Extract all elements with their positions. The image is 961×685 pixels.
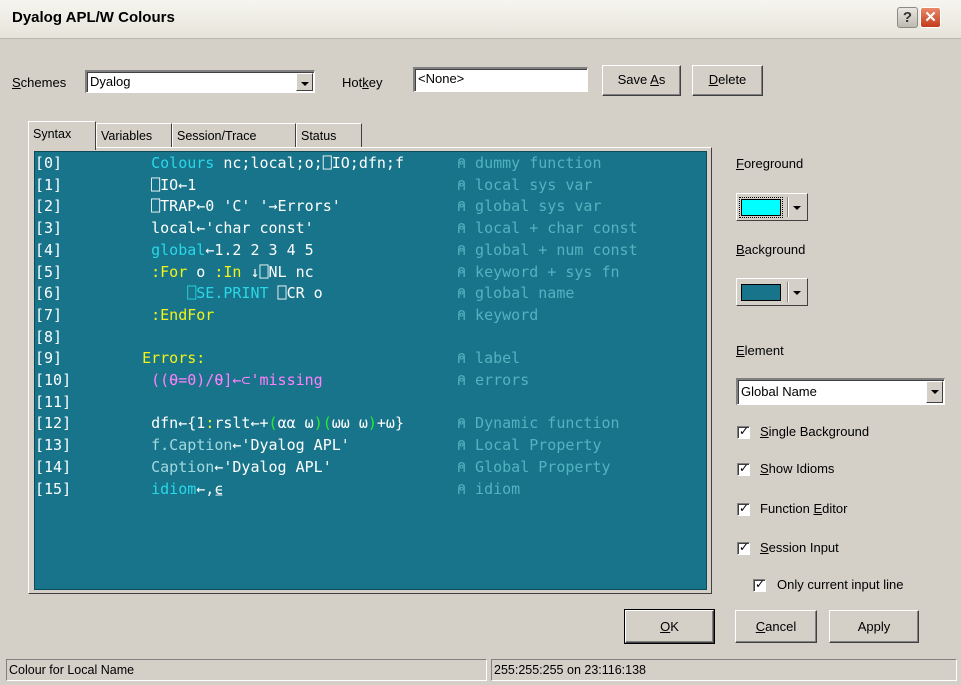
close-button[interactable]: ✕ [920, 7, 941, 28]
code-comment: ⍝ global + num const [457, 240, 638, 259]
swatch-divider [787, 282, 789, 302]
code-text: :For o :In ↓⎕NL nc [151, 262, 314, 281]
hotkey-input[interactable]: <None> [413, 67, 588, 92]
save-as-button[interactable]: Save As [602, 65, 681, 96]
background-label: Background [736, 242, 806, 257]
line-number: [1] [35, 175, 63, 194]
chevron-down-icon [793, 206, 801, 210]
line-number: [9] [35, 349, 63, 368]
background-color-picker[interactable] [736, 278, 808, 306]
schemes-dropdown[interactable]: Dyalog [85, 70, 315, 93]
schemes-value: Dyalog [90, 74, 131, 89]
background-swatch [741, 284, 781, 301]
schemes-label: Schemes [12, 75, 67, 90]
foreground-label: Foreground [736, 156, 804, 171]
line-number: [2] [35, 197, 63, 216]
code-comment: ⍝ global name [457, 284, 575, 303]
chevron-down-icon [793, 291, 801, 295]
code-comment: ⍝ local sys var [457, 175, 593, 194]
foreground-swatch [739, 197, 783, 218]
single-background-checkbox[interactable] [737, 424, 750, 439]
code-comment: ⍝ keyword + sys fn [457, 262, 620, 281]
status-message: Colour for Local Name [6, 659, 487, 681]
line-number: [6] [35, 284, 63, 303]
code-text: f.Caption←'Dyalog APL' [151, 436, 350, 455]
apply-button[interactable]: Apply [829, 610, 919, 643]
code-text: local←'char const' [115, 219, 314, 238]
element-label: Element [736, 343, 784, 358]
element-value: Global Name [741, 384, 817, 399]
session-input-checkbox[interactable] [737, 540, 750, 555]
show-idioms-checkbox[interactable] [737, 461, 750, 476]
code-text: Caption←'Dyalog APL' [151, 457, 332, 476]
line-number: [15] [35, 479, 72, 498]
code-comment: ⍝ Global Property [457, 457, 611, 476]
line-number: [4] [35, 240, 63, 259]
status-colour-values: 255:255:255 on 23:116:138 [491, 659, 957, 681]
code-comment: ⍝ Local Property [457, 436, 602, 455]
function-editor-checkbox[interactable] [737, 501, 750, 516]
line-number: [0] [35, 154, 63, 172]
tab-syntax[interactable]: Syntax [28, 121, 96, 150]
hotkey-label: Hotkey [342, 75, 383, 90]
code-text: :EndFor [151, 305, 215, 324]
line-number: [11] [35, 392, 72, 411]
code-text: Errors: [142, 349, 206, 368]
ok-button[interactable]: OK [624, 609, 715, 644]
code-comment: ⍝ label [457, 349, 521, 368]
code-text: ⎕SE.PRINT ⎕CR o [187, 284, 323, 303]
title-bar: Dyalog APL/W Colours ? ✕ [0, 0, 961, 39]
code-text: ((⍬=0)/⍬]←⊂'missing [151, 371, 323, 389]
code-comment: ⍝ global sys var [457, 197, 602, 216]
tab-variables[interactable]: Variables [96, 123, 172, 148]
chevron-down-icon[interactable] [926, 381, 943, 403]
line-number: [5] [35, 262, 63, 281]
line-number: [7] [35, 305, 63, 324]
window-title: Dyalog APL/W Colours [12, 9, 175, 26]
code-comment: ⍝ local + char const [457, 219, 638, 238]
element-dropdown[interactable]: Global Name [736, 378, 945, 405]
line-number: [8] [35, 327, 63, 346]
session-input-label[interactable]: Session Input [760, 540, 839, 555]
function-editor-label[interactable]: Function Editor [760, 501, 847, 516]
foreground-color-picker[interactable] [736, 193, 808, 221]
only-current-input-line-checkbox[interactable] [753, 577, 766, 592]
code-comment: ⍝ Dynamic function [457, 414, 620, 433]
help-button[interactable]: ? [897, 7, 918, 28]
code-comment: ⍝ dummy function [457, 154, 602, 172]
code-text: Colours nc;local;o;⎕IO;dfn;f [151, 154, 404, 172]
swatch-divider [787, 197, 789, 217]
only-current-input-line-label[interactable]: Only current input line [777, 577, 903, 592]
line-number: [3] [35, 219, 63, 238]
line-number: [12] [35, 414, 72, 433]
code-comment: ⍝ idiom [457, 479, 521, 498]
single-background-label[interactable]: Single Background [760, 424, 869, 439]
line-number: [14] [35, 457, 72, 476]
show-idioms-label[interactable]: Show Idioms [760, 461, 834, 476]
hotkey-value: <None> [418, 71, 465, 86]
code-comment: ⍝ keyword [457, 305, 539, 324]
tab-session-trace[interactable]: Session/Trace [172, 123, 296, 148]
chevron-down-icon[interactable] [296, 73, 313, 91]
cancel-button[interactable]: Cancel [735, 610, 817, 643]
code-comment: ⍝ errors [457, 371, 530, 389]
delete-button[interactable]: Delete [692, 65, 763, 96]
code-text: ⎕IO←1 [115, 175, 197, 194]
syntax-preview-editor[interactable]: [0] Colours nc;local;o;⎕IO;dfn;f ⍝ dummy … [34, 151, 707, 590]
code-text: idiom←,⍷ [151, 479, 224, 498]
code-text: ⎕TRAP←0 'C' '→Errors' [115, 197, 341, 216]
code-text: dfn←{1:rslt←+(αα ω)(ωω ω)+ω} [115, 414, 404, 433]
code-text: global←1.2 2 3 4 5 [151, 240, 314, 259]
line-number: [10] [35, 371, 72, 389]
line-number: [13] [35, 436, 72, 455]
tab-status[interactable]: Status [296, 123, 362, 148]
